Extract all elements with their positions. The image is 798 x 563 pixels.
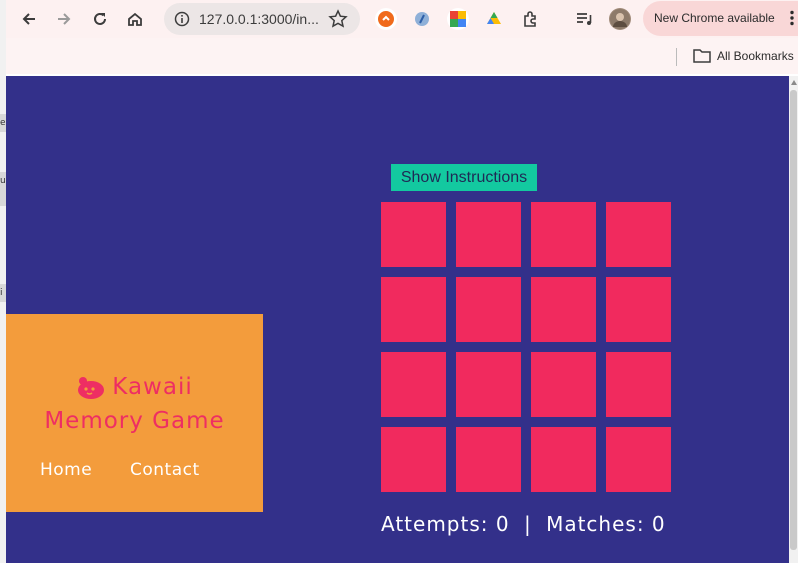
extension-color-button[interactable]: [447, 8, 469, 30]
memory-card[interactable]: [531, 427, 596, 492]
attempts-count: 0: [495, 512, 510, 536]
folder-icon[interactable]: [693, 48, 711, 63]
nav-contact-link[interactable]: Contact: [130, 460, 200, 480]
address-bar[interactable]: 127.0.0.1:3000/in...: [164, 3, 360, 35]
show-instructions-button[interactable]: Show Instructions: [391, 164, 537, 191]
all-bookmarks-link[interactable]: All Bookmarks: [717, 49, 794, 63]
profile-avatar-icon: [610, 9, 630, 29]
memory-card[interactable]: [606, 352, 671, 417]
bookmarks-separator: [676, 48, 677, 66]
card-grid: [381, 202, 673, 493]
memory-card[interactable]: [606, 427, 671, 492]
page-scrollbar[interactable]: [789, 76, 798, 563]
menu-dots-icon[interactable]: [789, 10, 795, 26]
site-info-icon[interactable]: [174, 11, 190, 27]
memory-card[interactable]: [456, 277, 521, 342]
extension-drive-button[interactable]: [483, 8, 505, 30]
memory-card[interactable]: [381, 202, 446, 267]
reload-icon: [94, 12, 106, 25]
reading-list-button[interactable]: [573, 8, 595, 30]
page-title: Kawaii Memory Game: [6, 370, 263, 438]
site-header: Kawaii Memory Game Home Contact: [6, 314, 263, 512]
memory-card[interactable]: [606, 277, 671, 342]
otter-logo-icon: [76, 376, 106, 400]
forward-button[interactable]: [51, 7, 77, 31]
reading-list-icon: [577, 13, 592, 25]
url-text[interactable]: 127.0.0.1:3000/in...: [199, 11, 319, 27]
stats-separator: |: [523, 512, 532, 536]
memory-card[interactable]: [606, 202, 671, 267]
forward-icon: [58, 13, 71, 25]
back-icon: [22, 13, 35, 25]
attempts-label: Attempts:: [381, 512, 489, 536]
reload-button[interactable]: [87, 7, 113, 31]
blue-extension-icon: [415, 12, 429, 26]
drive-extension-icon: [487, 12, 501, 24]
memory-card[interactable]: [381, 352, 446, 417]
browser-toolbar: 127.0.0.1:3000/in... New Chrome availabl…: [6, 0, 798, 38]
matches-label: Matches:: [546, 512, 645, 536]
extension-orange-button[interactable]: [375, 8, 397, 30]
scroll-up-icon[interactable]: [791, 80, 797, 85]
game-page: Kawaii Memory Game Home Contact Show Ins…: [6, 76, 789, 563]
extension-blue-button[interactable]: [411, 8, 433, 30]
color-extension-icon: [450, 11, 466, 27]
orange-extension-icon: [378, 11, 394, 27]
memory-card[interactable]: [531, 352, 596, 417]
game-stats: Attempts: 0 | Matches: 0: [381, 512, 666, 536]
profile-avatar[interactable]: [609, 8, 631, 30]
memory-card[interactable]: [456, 352, 521, 417]
title-line-1: Kawaii: [112, 374, 193, 400]
matches-count: 0: [651, 512, 666, 536]
home-icon: [128, 12, 142, 26]
memory-card[interactable]: [381, 277, 446, 342]
update-chrome-label: New Chrome available: [654, 11, 775, 25]
title-line-2: Memory Game: [44, 408, 225, 434]
extensions-button[interactable]: [520, 8, 542, 30]
extension-icon: [524, 11, 536, 27]
update-chrome-button[interactable]: New Chrome available: [643, 1, 798, 36]
memory-card[interactable]: [531, 277, 596, 342]
home-button[interactable]: [122, 7, 148, 31]
scrollbar-thumb[interactable]: [790, 90, 797, 550]
star-icon[interactable]: [328, 9, 348, 29]
bookmarks-bar: All Bookmarks: [6, 38, 798, 74]
back-button[interactable]: [16, 7, 42, 31]
memory-card[interactable]: [381, 427, 446, 492]
memory-card[interactable]: [456, 202, 521, 267]
memory-card[interactable]: [456, 427, 521, 492]
nav-home-link[interactable]: Home: [40, 460, 92, 480]
memory-card[interactable]: [531, 202, 596, 267]
